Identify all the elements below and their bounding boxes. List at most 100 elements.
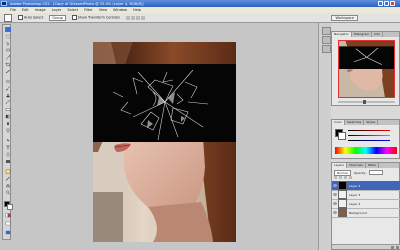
minimize-icon[interactable] [378,1,383,6]
red-slider[interactable] [348,130,390,132]
lock-pixels-icon[interactable] [339,176,342,179]
layer-row-background[interactable]: Background [332,208,400,218]
layers-panel: Layers Channels Paths Normal Opacity: La… [331,162,400,250]
magic-wand-tool-icon[interactable] [5,55,11,60]
eyedropper-tool-icon[interactable] [5,176,11,181]
trash-icon[interactable] [396,245,399,249]
photoshop-logo-icon [1,1,7,6]
clone-stamp-tool-icon[interactable] [5,93,11,98]
shape-tool-icon[interactable] [5,159,11,164]
auto-select-dropdown[interactable]: Group [49,14,66,21]
new-layer-icon[interactable] [391,245,394,249]
layer-thumbnail [338,181,347,190]
type-tool-icon[interactable] [5,145,11,150]
align-icon[interactable] [135,15,140,20]
eye-icon[interactable] [332,181,337,190]
tab-info[interactable]: Info [372,32,383,37]
tab-histogram[interactable]: Histogram [352,32,373,37]
tab-paths[interactable]: Paths [366,163,379,168]
menu-edit[interactable]: Edit [22,8,29,12]
transform-label: Show Transform Controls [77,15,120,20]
quick-mask-icon[interactable] [4,213,11,218]
align-icon[interactable] [140,15,145,20]
document-canvas[interactable] [93,42,236,242]
transform-checkbox[interactable]: Show Transform Controls [71,15,120,20]
green-slider[interactable] [348,135,390,137]
layers-options-row: Normal Opacity: [334,169,399,176]
lasso-tool-icon[interactable] [5,48,11,53]
lock-all-icon[interactable] [349,176,352,179]
layer-name: Layer 4 [349,183,361,188]
window-title: Adobe Photoshop CS2 - [Copy of GlassedPh… [10,1,144,6]
crop-tool-icon[interactable] [5,62,11,67]
photo-image [93,42,236,242]
menu-filter[interactable]: Filter [84,8,93,12]
zoom-tool-icon[interactable] [5,190,11,195]
path-selection-tool-icon[interactable] [5,138,11,143]
auto-select-checkbox[interactable]: Auto Select [18,15,43,20]
eraser-tool-icon[interactable] [5,107,11,112]
menu-image[interactable]: Image [35,8,46,12]
layer-name: Layer 3 [349,192,361,197]
background-color-swatch[interactable] [338,132,346,140]
panel-column: Navigator Histogram Info Color Swatches … [331,23,400,250]
zoom-slider[interactable] [338,100,395,104]
menu-select[interactable]: Select [67,8,78,12]
hand-tool-icon[interactable] [5,183,11,188]
file-browser-icon[interactable] [322,27,331,35]
navigator-thumbnail[interactable] [338,40,395,98]
brush-tool-icon[interactable] [5,86,11,91]
blue-slider[interactable] [348,140,390,142]
menu-help[interactable]: Help [133,8,141,12]
brushes-icon[interactable] [322,36,331,44]
imageready-icon[interactable] [5,230,11,235]
lock-transparency-icon[interactable] [334,176,337,179]
slice-tool-icon[interactable] [5,69,11,74]
blur-tool-icon[interactable] [5,121,11,126]
tab-color[interactable]: Color [332,120,345,125]
eye-icon[interactable] [332,199,337,208]
close-icon[interactable] [390,1,395,6]
tool-presets-icon[interactable] [322,45,331,53]
marquee-tool-icon[interactable] [5,34,11,39]
checkbox-icon [18,15,23,20]
lock-position-icon[interactable] [344,176,347,179]
tab-navigator[interactable]: Navigator [332,32,352,37]
menu-layer[interactable]: Layer [52,8,62,12]
opacity-field[interactable] [369,170,384,175]
menu-window[interactable]: Window [113,8,127,12]
eye-icon[interactable] [332,208,337,217]
notes-tool-icon[interactable] [5,169,11,174]
history-brush-tool-icon[interactable] [5,100,11,105]
color-panel: Color Swatches Styles [331,119,400,159]
maximize-icon[interactable] [384,1,389,6]
blend-mode-dropdown[interactable]: Normal [334,169,351,176]
healing-brush-tool-icon[interactable] [5,79,11,84]
align-icon[interactable] [130,15,135,20]
tab-styles[interactable]: Styles [364,120,379,125]
move-tool-icon[interactable] [5,41,11,46]
toolbox-header-icon [4,27,11,32]
panel-dock-strip [318,23,331,250]
navigator-tabs: Navigator Histogram Info [332,32,399,37]
move-tool-icon[interactable] [4,13,12,22]
tab-swatches[interactable]: Swatches [345,120,365,125]
zoom-slider-handle[interactable] [363,100,366,104]
gradient-tool-icon[interactable] [5,114,11,119]
align-buttons [125,15,145,20]
align-icon[interactable] [125,15,130,20]
screen-mode-icon[interactable] [5,221,11,226]
color-ramp[interactable] [335,147,397,154]
menu-view[interactable]: View [99,8,107,12]
background-color-swatch[interactable] [6,203,13,210]
dodge-tool-icon[interactable] [5,128,11,133]
menu-file[interactable]: File [10,8,16,12]
layers-footer [332,244,400,249]
tab-channels[interactable]: Channels [347,163,366,168]
workspace-button[interactable]: Workspace [331,14,358,21]
pen-tool-icon[interactable] [5,152,11,157]
navigator-view-box[interactable] [338,40,395,98]
tab-layers[interactable]: Layers [332,163,347,168]
layers-tabs: Layers Channels Paths [332,163,399,168]
eye-icon[interactable] [332,190,337,199]
